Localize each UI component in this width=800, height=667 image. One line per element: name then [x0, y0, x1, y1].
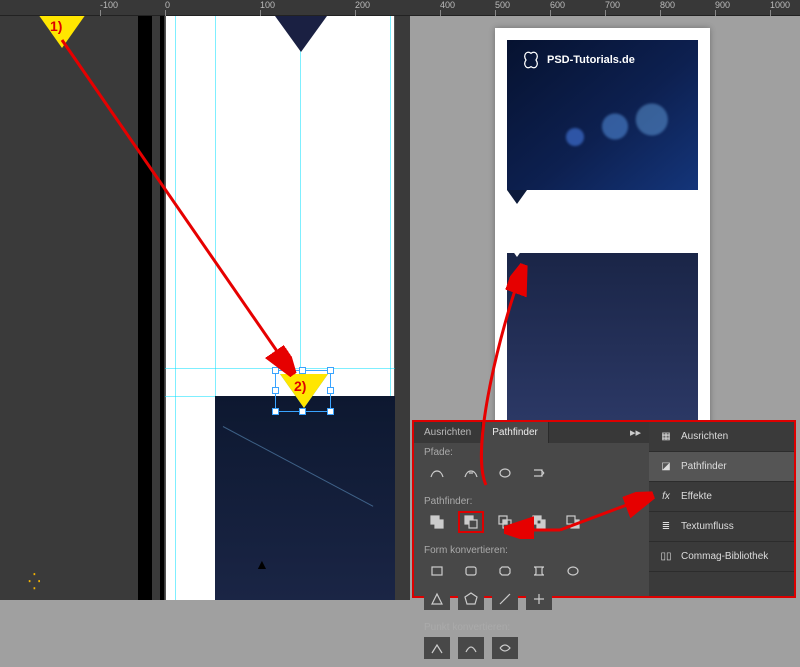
panel-list-label: Pathfinder — [681, 461, 727, 472]
ruler-tick: 500 — [495, 0, 510, 10]
guide-vertical[interactable] — [175, 16, 176, 600]
document-canvas[interactable]: 1) 2) ▲ ⁛ — [0, 16, 410, 600]
shape-rect-icon[interactable] — [424, 560, 450, 582]
selection-handle[interactable] — [272, 367, 279, 374]
ruler-tick: 100 — [260, 0, 275, 10]
selection-handle[interactable] — [272, 387, 279, 394]
section-label-form: Form konvertieren: — [424, 545, 639, 556]
shape-roundrect-icon[interactable] — [458, 560, 484, 582]
align-icon: ▦ — [659, 430, 673, 444]
shape-line-icon[interactable] — [492, 588, 518, 610]
ruler-tick: 400 — [440, 0, 455, 10]
ruler-tick: -100 — [100, 0, 118, 10]
dark-gradient-rect[interactable] — [215, 396, 395, 600]
ruler-tick: 0 — [165, 0, 170, 10]
section-pathfinder: Pathfinder: — [414, 492, 649, 541]
path-reverse-icon[interactable] — [526, 462, 552, 484]
panel-list-textumfluss[interactable]: ≣ Textumfluss — [649, 512, 794, 542]
shape-inverse-round-icon[interactable] — [526, 560, 552, 582]
ruler-tick: 900 — [715, 0, 730, 10]
ruler-tick: 800 — [660, 0, 675, 10]
pathfinder-exclude-icon[interactable] — [526, 511, 552, 533]
selection-handle[interactable] — [299, 367, 306, 374]
tab-ausrichten[interactable]: Ausrichten — [414, 422, 482, 443]
panel-list-label: Commag-Bibliothek — [681, 551, 768, 562]
path-close-icon[interactable] — [492, 462, 518, 484]
section-form: Form konvertieren: — [414, 541, 649, 618]
ruler-tick: 700 — [605, 0, 620, 10]
pathfinder-icon: ◪ — [659, 460, 673, 474]
section-punkt: Punkt konvertieren: — [414, 618, 649, 667]
panel-list-label: Effekte — [681, 491, 712, 502]
panel-list-commag[interactable]: ▯▯ Commag-Bibliothek — [649, 542, 794, 572]
logo-text: PSD-Tutorials.de — [547, 54, 635, 66]
point-symmetric-icon[interactable] — [492, 637, 518, 659]
tab-pathfinder[interactable]: Pathfinder — [482, 422, 549, 443]
preview-hero-image: PSD-Tutorials.de — [507, 40, 698, 190]
selection-handle[interactable] — [299, 408, 306, 415]
origin-indicator: ⁛ — [28, 572, 43, 592]
guide-horizontal[interactable] — [165, 368, 395, 369]
preview-notch-dark — [507, 190, 527, 204]
selection-handle[interactable] — [327, 387, 334, 394]
section-label-punkt: Punkt konvertieren: — [424, 622, 639, 633]
pathfinder-panel[interactable]: Ausrichten Pathfinder ▸▸ Pfade: Pathfind… — [414, 422, 649, 596]
butterfly-icon — [521, 50, 541, 70]
logo: PSD-Tutorials.de — [521, 50, 635, 70]
selection-handle[interactable] — [327, 408, 334, 415]
pathfinder-intersect-icon[interactable] — [492, 511, 518, 533]
shape-bevelrect-icon[interactable] — [492, 560, 518, 582]
point-corner-icon[interactable] — [424, 637, 450, 659]
dark-triangle-top[interactable] — [275, 16, 327, 52]
fx-icon: fx — [659, 490, 673, 504]
library-icon: ▯▯ — [659, 550, 673, 564]
section-label-pfade: Pfade: — [424, 447, 639, 458]
ruler-tick: 600 — [550, 0, 565, 10]
black-guide-col — [160, 16, 164, 600]
shape-ellipse-icon[interactable] — [560, 560, 586, 582]
shape-polygon-icon[interactable] — [458, 588, 484, 610]
preview-notch-white — [507, 243, 527, 257]
panel-flyout-menu-icon[interactable]: ▸▸ — [622, 422, 649, 443]
annotation-label-2: 2) — [294, 378, 306, 394]
pathfinder-minus-back-icon[interactable] — [560, 511, 586, 533]
pathfinder-subtract-icon[interactable] — [458, 511, 484, 533]
black-guide-col — [138, 16, 152, 600]
panel-list-label: Textumfluss — [681, 521, 734, 532]
panel-list-ausrichten[interactable]: ▦ Ausrichten — [649, 422, 794, 452]
pathfinder-add-icon[interactable] — [424, 511, 450, 533]
ruler-tick: 1000 — [770, 0, 790, 10]
section-label-pathfinder: Pathfinder: — [424, 496, 639, 507]
shape-horizontal-vertical-line-icon[interactable] — [526, 588, 552, 610]
shape-triangle-icon[interactable] — [424, 588, 450, 610]
textwrap-icon: ≣ — [659, 520, 673, 534]
panel-stack-list: ▦ Ausrichten ◪ Pathfinder fx Effekte ≣ T… — [649, 422, 794, 596]
ruler-tick: 200 — [355, 0, 370, 10]
preview-lower-rect — [507, 253, 698, 438]
selection-handle[interactable] — [272, 408, 279, 415]
preview-page[interactable]: PSD-Tutorials.de — [495, 28, 710, 438]
annotation-label-1: 1) — [50, 18, 62, 34]
path-open-icon[interactable] — [458, 462, 484, 484]
panel-list-label: Ausrichten — [681, 431, 728, 442]
panel-group-highlight: Ausrichten Pathfinder ▸▸ Pfade: Pathfind… — [412, 420, 796, 598]
selection-handle[interactable] — [327, 367, 334, 374]
panel-list-pathfinder[interactable]: ◪ Pathfinder — [649, 452, 794, 482]
panel-list-effekte[interactable]: fx Effekte — [649, 482, 794, 512]
preview-graphic — [527, 95, 687, 165]
pasteboard: 1) 2) ▲ ⁛ — [0, 16, 410, 600]
panel-tab-bar: Ausrichten Pathfinder ▸▸ — [414, 422, 649, 443]
ruler-horizontal: -100 0 100 200 400 500 600 700 800 900 1… — [0, 0, 800, 16]
path-join-icon[interactable] — [424, 462, 450, 484]
point-smooth-icon[interactable] — [458, 637, 484, 659]
section-pfade: Pfade: — [414, 443, 649, 492]
cursor-indicator: ▲ — [255, 556, 269, 572]
